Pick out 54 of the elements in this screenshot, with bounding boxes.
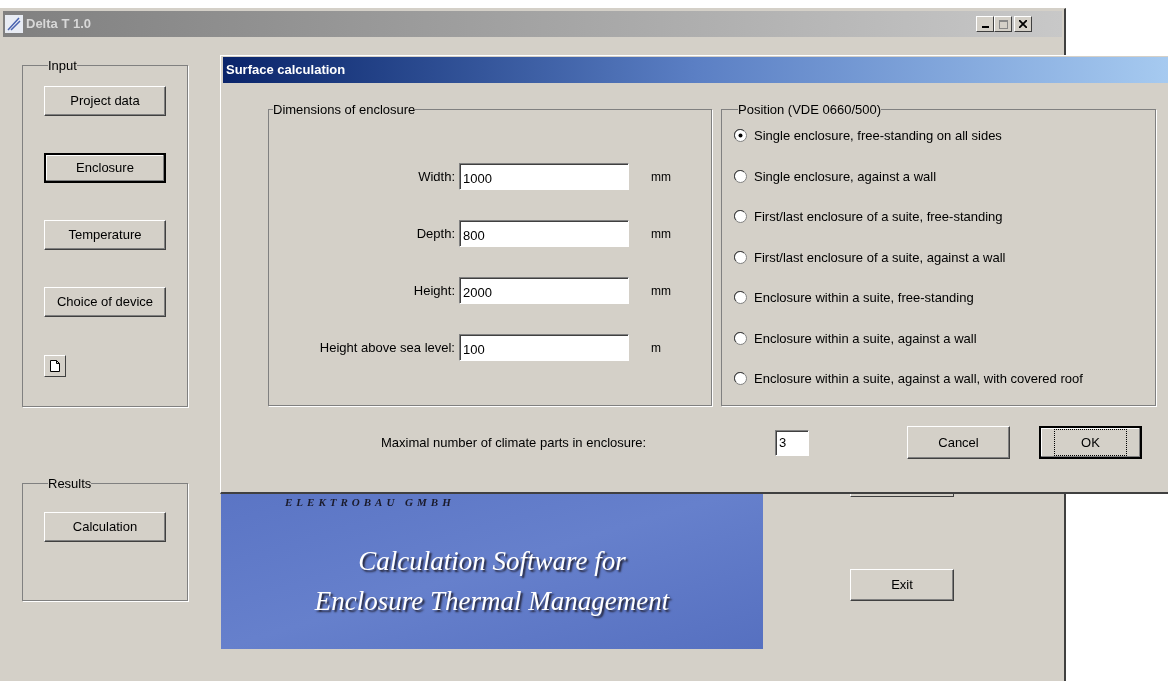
window-title: Delta T 1.0: [26, 15, 92, 34]
dialog-button[interactable]: Cancel: [907, 426, 1010, 459]
radio-button[interactable]: [734, 210, 747, 224]
group-title: Results: [48, 477, 92, 490]
field-label: Depth:: [415, 224, 456, 243]
radio-label: First/last enclosure of a suite, free-standing: [754, 208, 1003, 226]
unit-label: m: [651, 339, 661, 357]
unit-label: mm: [651, 282, 671, 300]
radio-label: First/last enclosure of a suite, against a wall: [754, 248, 1006, 267]
sidebar-button[interactable]: Project data: [44, 86, 166, 116]
radio-button[interactable]: [734, 291, 747, 305]
radio-button[interactable]: [734, 331, 747, 345]
group-title: Dimensions of enclosure: [273, 103, 416, 116]
calculation-button[interactable]: Calculation: [44, 512, 166, 542]
field-label: Maximal number of climate parts in enclosure:: [381, 433, 648, 452]
input-field[interactable]: 1000: [459, 163, 629, 190]
climate-parts-field[interactable]: 3: [775, 429, 809, 456]
input-field[interactable]: 2000: [459, 277, 629, 304]
input-field[interactable]: 100: [459, 334, 629, 361]
sidebar-button[interactable]: Choice of device: [44, 287, 166, 317]
unit-label: mm: [651, 168, 671, 186]
close-button[interactable]: [1014, 16, 1032, 32]
maximize-icon: [998, 19, 1008, 29]
field-label: Width:: [417, 167, 456, 186]
banner-tagline: Enclosure Thermal Management: [314, 584, 670, 618]
field-label: Height:: [412, 281, 456, 300]
input-field[interactable]: 800: [459, 220, 629, 247]
banner-tagline: Calculation Software for: [358, 544, 626, 578]
group-title: Input: [48, 59, 77, 72]
dialog-button[interactable]: OK: [1039, 426, 1142, 459]
radio-label: Enclosure within a suite, against a wall, with covered roof: [754, 370, 1083, 388]
minimize-button[interactable]: [976, 16, 994, 32]
close-icon: [1019, 20, 1027, 28]
dialog-title: Surface calculation: [226, 61, 346, 80]
radio-button[interactable]: [734, 169, 747, 183]
radio-label: Single enclosure, against a wall: [754, 167, 937, 186]
minimize-icon: [981, 26, 989, 28]
radio-label: Enclosure within a suite, against a wall: [754, 329, 977, 348]
radio-label: Enclosure within a suite, free-standing: [754, 289, 974, 307]
sidebar-button[interactable]: Temperature: [44, 220, 166, 250]
radio-button[interactable]: [734, 250, 747, 264]
document-icon: [50, 360, 60, 372]
radio-button[interactable]: [734, 372, 747, 386]
radio-button[interactable]: [734, 129, 747, 143]
new-document-button[interactable]: [44, 355, 66, 377]
app-icon: [5, 15, 23, 33]
maximize-button[interactable]: [994, 16, 1012, 32]
radio-label: Single enclosure, free-standing on all sides: [754, 127, 1002, 145]
field-label: Height above sea level:: [318, 338, 456, 357]
group-title: Position (VDE 0660/500): [738, 103, 882, 116]
exit-button[interactable]: Exit: [850, 569, 954, 601]
sidebar-button[interactable]: Enclosure: [44, 153, 166, 183]
unit-label: mm: [651, 225, 671, 243]
company-name: ELEKTROBAU GMBH: [285, 495, 456, 510]
